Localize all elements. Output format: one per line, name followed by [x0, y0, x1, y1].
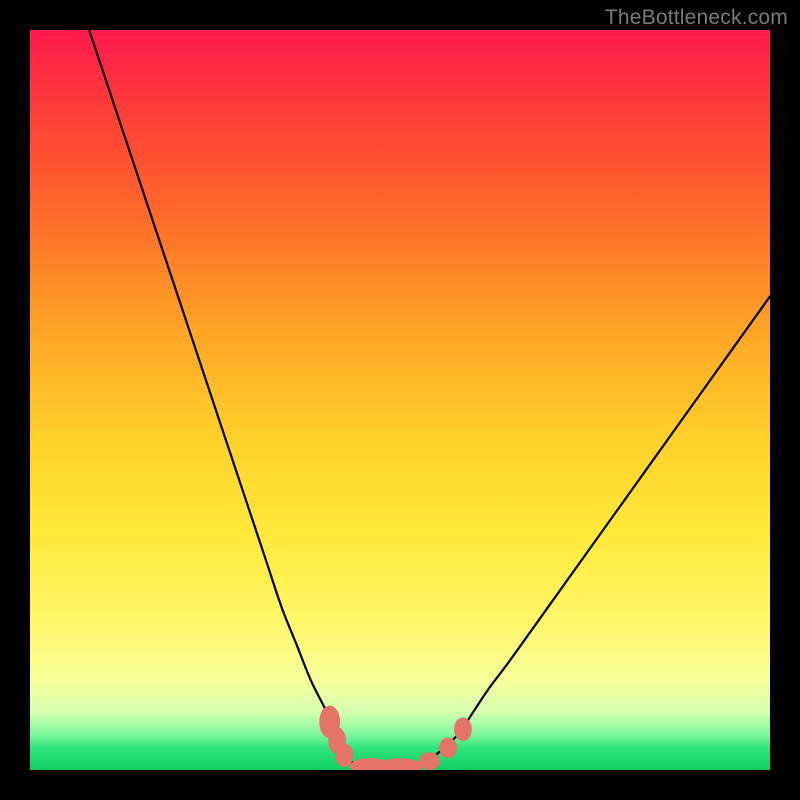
- watermark-text: TheBottleneck.com: [605, 6, 788, 30]
- chart-svg: [30, 30, 770, 770]
- outer-frame: TheBottleneck.com: [0, 0, 800, 800]
- bottleneck-curve: [89, 30, 770, 767]
- curve-marker: [454, 717, 472, 741]
- curve-marker: [336, 743, 354, 767]
- curve-marker: [419, 752, 440, 770]
- curve-marker: [378, 758, 422, 770]
- marker-layer: [319, 706, 471, 770]
- curve-marker: [439, 737, 457, 758]
- plot-area: [30, 30, 770, 770]
